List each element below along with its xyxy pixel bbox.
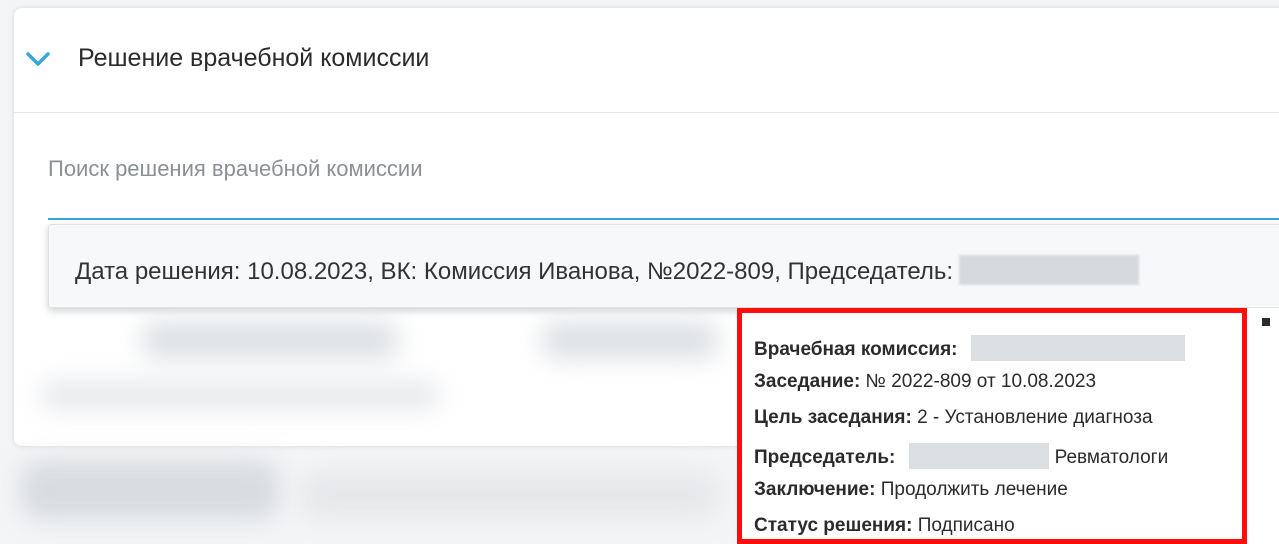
right-edge bbox=[1247, 308, 1279, 544]
right-edge-marker bbox=[1262, 318, 1270, 326]
search-input[interactable] bbox=[48, 218, 1279, 220]
decision-tooltip: Врачебная комиссия: Заседание: № 2022-80… bbox=[737, 308, 1247, 544]
section-header[interactable]: Решение врачебной комиссии bbox=[14, 8, 1279, 113]
tooltip-chairman: Председатель: Ревматологи bbox=[754, 443, 1168, 469]
tooltip-purpose: Цель заседания: 2 - Установление диагноз… bbox=[754, 407, 1153, 428]
redacted-chairman-name bbox=[959, 255, 1140, 285]
section-title: Решение врачебной комиссии bbox=[78, 44, 430, 72]
tooltip-status: Статус решения: Подписано bbox=[754, 515, 1015, 536]
chevron-down-icon[interactable] bbox=[26, 50, 50, 70]
dropdown-option[interactable]: Дата решения: 10.08.2023, ВК: Комиссия И… bbox=[75, 255, 1140, 286]
dropdown-option-label: Дата решения: 10.08.2023, ВК: Комиссия И… bbox=[75, 258, 954, 285]
blurred-background-content bbox=[0, 310, 740, 544]
tooltip-commission: Врачебная комиссия: bbox=[754, 335, 1185, 361]
search-label: Поиск решения врачебной комиссии bbox=[48, 156, 423, 181]
dropdown-list: Дата решения: 10.08.2023, ВК: Комиссия И… bbox=[48, 224, 1279, 308]
tooltip-meeting: Заседание: № 2022-809 от 10.08.2023 bbox=[754, 371, 1097, 392]
redacted-chairman bbox=[908, 443, 1049, 469]
redacted-commission bbox=[970, 335, 1185, 361]
tooltip-conclusion: Заключение: Продолжить лечение bbox=[754, 479, 1068, 500]
